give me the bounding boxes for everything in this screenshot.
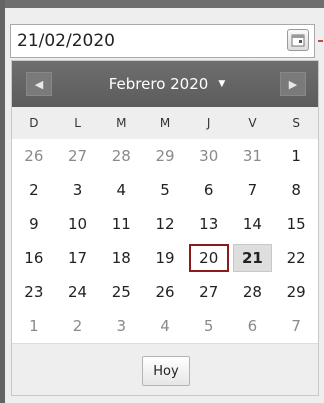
day-cell[interactable]: 27: [56, 139, 100, 173]
day-cell[interactable]: 5: [187, 309, 231, 343]
day-cell[interactable]: 14: [231, 207, 275, 241]
day-cell[interactable]: 3: [99, 309, 143, 343]
day-cell[interactable]: 9: [12, 207, 56, 241]
calendar-footer: Hoy: [12, 343, 318, 395]
weekday-label: M: [116, 116, 127, 130]
day-cell[interactable]: 17: [56, 241, 100, 275]
required-marker: [318, 40, 323, 42]
day-cell[interactable]: 4: [99, 173, 143, 207]
day-cell[interactable]: 26: [143, 275, 187, 309]
chevron-down-icon: ▼: [218, 79, 226, 89]
day-cell[interactable]: 28: [99, 139, 143, 173]
weekday-header: D L M M J V S: [12, 107, 318, 139]
date-input-wrapper: [10, 24, 315, 58]
day-cell[interactable]: 2: [12, 173, 56, 207]
weekday-label: M: [159, 116, 171, 130]
day-cell[interactable]: 5: [143, 173, 187, 207]
day-cell[interactable]: 27: [187, 275, 231, 309]
day-cell-selected[interactable]: 21: [232, 244, 273, 272]
day-cell[interactable]: 24: [56, 275, 100, 309]
day-cell[interactable]: 18: [99, 241, 143, 275]
day-cell[interactable]: 7: [274, 309, 318, 343]
day-cell[interactable]: 30: [187, 139, 231, 173]
frame-left: [0, 0, 5, 403]
datepicker-popup: ◀ Febrero 2020 ▼ ▶ D L M M J V S 26 27 28 2…: [11, 60, 319, 396]
weekday-label: D: [29, 116, 39, 130]
day-cell[interactable]: 29: [274, 275, 318, 309]
day-cell[interactable]: 12: [143, 207, 187, 241]
day-cell[interactable]: 13: [187, 207, 231, 241]
day-cell[interactable]: 15: [274, 207, 318, 241]
day-cell[interactable]: 7: [231, 173, 275, 207]
day-cell-today[interactable]: 20: [188, 244, 229, 272]
chevron-left-icon: ◀: [34, 77, 44, 91]
day-cell[interactable]: 23: [12, 275, 56, 309]
day-cell[interactable]: 10: [56, 207, 100, 241]
day-cell[interactable]: 4: [143, 309, 187, 343]
day-cell[interactable]: 22: [274, 241, 318, 275]
weekday-label: S: [292, 116, 300, 130]
day-cell[interactable]: 3: [56, 173, 100, 207]
day-cell[interactable]: 31: [231, 139, 275, 173]
month-year-selector[interactable]: Febrero 2020 ▼: [92, 61, 242, 107]
day-cell[interactable]: 6: [187, 173, 231, 207]
day-cell[interactable]: 6: [231, 309, 275, 343]
day-cell[interactable]: 16: [12, 241, 56, 275]
calendar-header: ◀ Febrero 2020 ▼ ▶: [12, 61, 318, 107]
day-cell[interactable]: 1: [274, 139, 318, 173]
day-cell[interactable]: 11: [99, 207, 143, 241]
day-cell[interactable]: 2: [56, 309, 100, 343]
day-cell[interactable]: 25: [99, 275, 143, 309]
chevron-right-icon: ▶: [288, 77, 298, 91]
day-cell[interactable]: 19: [143, 241, 187, 275]
prev-month-button[interactable]: ◀: [26, 72, 52, 96]
day-cell[interactable]: 26: [12, 139, 56, 173]
day-cell[interactable]: 29: [143, 139, 187, 173]
day-cell[interactable]: 8: [274, 173, 318, 207]
month-title: Febrero 2020: [108, 75, 209, 93]
day-cell[interactable]: 28: [231, 275, 275, 309]
frame-top: [0, 0, 324, 8]
day-grid: 26 27 28 29 30 31 1 2 3 4 5 6 7 8 9 10 11 12 13 14 15 16 17 18 1…: [12, 139, 318, 343]
weekday-label: V: [248, 116, 257, 130]
today-button[interactable]: Hoy: [142, 356, 190, 386]
calendar-icon[interactable]: [287, 29, 309, 51]
date-input[interactable]: [11, 25, 281, 57]
weekday-label: J: [206, 116, 211, 130]
weekday-label: L: [74, 116, 81, 130]
next-month-button[interactable]: ▶: [280, 72, 306, 96]
day-cell[interactable]: 1: [12, 309, 56, 343]
